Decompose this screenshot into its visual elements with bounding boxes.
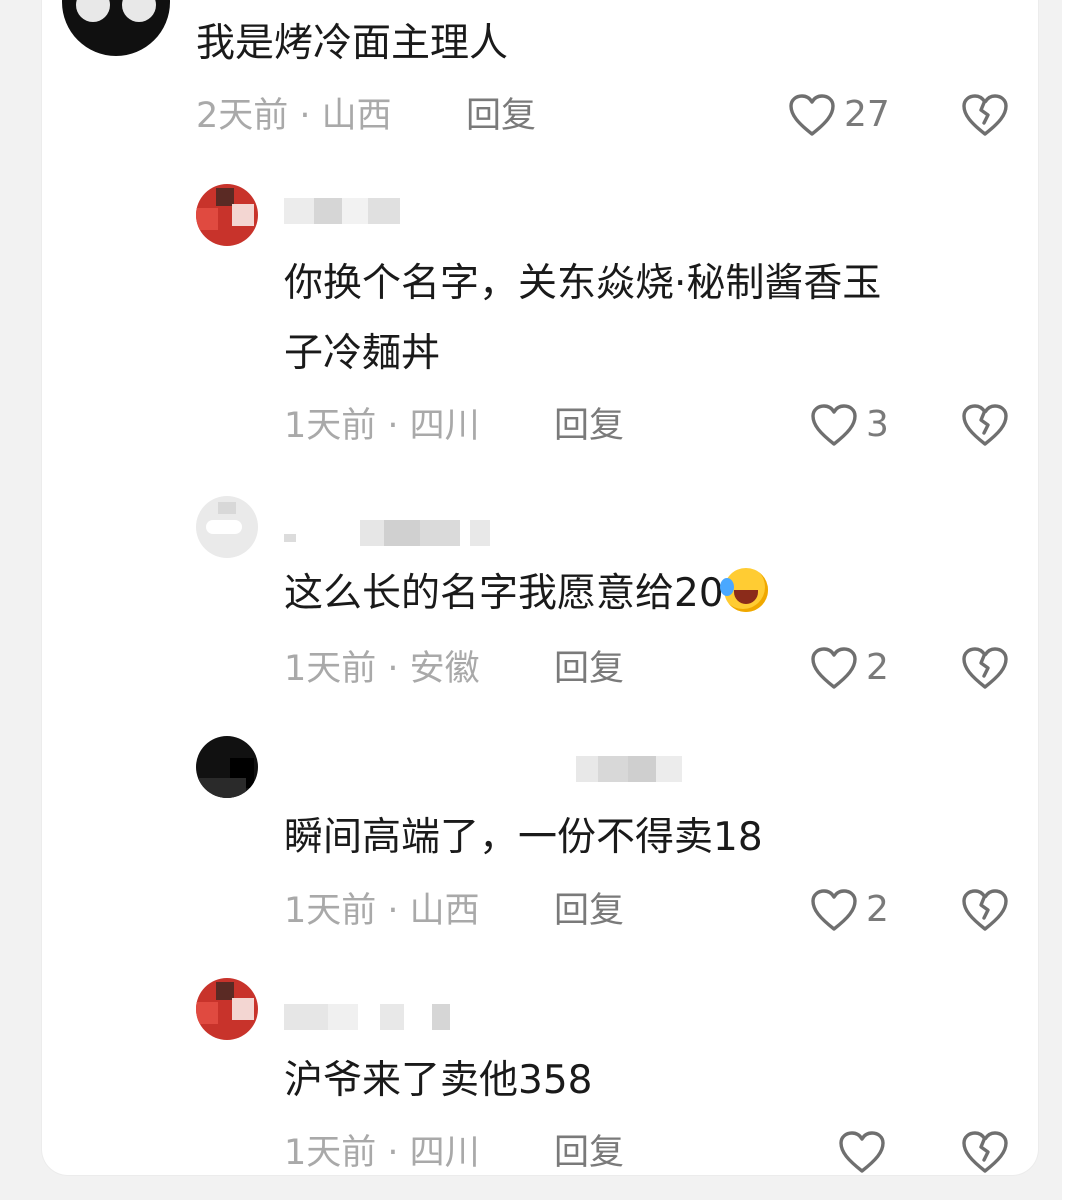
heart-outline-icon — [811, 404, 857, 446]
laughing-crying-emoji-icon — [719, 568, 768, 612]
dislike-button[interactable] — [962, 1130, 1008, 1174]
reply-button[interactable]: 回复 — [554, 649, 624, 689]
like-count: 2 — [866, 889, 889, 930]
comment-meta: 1天前 · 山西 — [284, 891, 480, 931]
like-button[interactable]: 2 — [810, 646, 900, 690]
username-blurred[interactable] — [284, 520, 504, 546]
like-button[interactable]: 27 — [788, 93, 898, 137]
heart-outline-icon — [839, 1131, 885, 1173]
like-button[interactable]: 3 — [810, 403, 900, 447]
comment-meta: 1天前 · 四川 — [284, 406, 480, 446]
like-count: 3 — [866, 404, 889, 445]
like-button[interactable]: 2 — [810, 888, 900, 932]
heart-outline-icon — [789, 94, 835, 136]
reply-button[interactable]: 回复 — [554, 1133, 624, 1173]
comment-text: 这么长的名字我愿意给20 — [284, 562, 768, 626]
username-blurred[interactable] — [284, 1004, 454, 1030]
broken-heart-icon — [962, 1131, 1008, 1173]
reply-button[interactable]: 回复 — [554, 891, 624, 931]
dislike-button[interactable] — [962, 646, 1008, 690]
avatar[interactable] — [196, 736, 258, 798]
like-count: 2 — [866, 647, 889, 688]
username-blurred[interactable] — [284, 198, 400, 224]
comment-text: 我是烤冷面主理人 — [196, 21, 509, 66]
comment-meta: 2天前 · 山西 — [196, 96, 392, 136]
avatar[interactable] — [196, 496, 258, 558]
adjacent-panel-edge — [1062, 0, 1080, 1200]
comment-text: 沪爷来了卖他358 — [284, 1058, 593, 1103]
avatar[interactable] — [196, 978, 258, 1040]
dislike-button[interactable] — [962, 888, 1008, 932]
comment-text-line-1: 你换个名字，关东焱烧·秘制酱香玉 — [284, 261, 882, 306]
like-button[interactable] — [838, 1130, 888, 1174]
comment-meta: 1天前 · 四川 — [284, 1133, 480, 1173]
heart-outline-icon — [811, 647, 857, 689]
broken-heart-icon — [962, 647, 1008, 689]
broken-heart-icon — [962, 404, 1008, 446]
dislike-button[interactable] — [962, 403, 1008, 447]
comment-text-content: 这么长的名字我愿意给20 — [284, 571, 724, 616]
comment-meta: 1天前 · 安徽 — [284, 649, 480, 689]
reply-button[interactable]: 回复 — [466, 96, 536, 136]
broken-heart-icon — [962, 94, 1008, 136]
reply-button[interactable]: 回复 — [554, 406, 624, 446]
username-blurred[interactable] — [576, 756, 686, 782]
broken-heart-icon — [962, 889, 1008, 931]
comment-text-line-2: 子冷麺丼 — [284, 331, 441, 376]
avatar[interactable] — [196, 184, 258, 246]
like-count: 27 — [844, 94, 890, 135]
heart-outline-icon — [811, 889, 857, 931]
dislike-button[interactable] — [962, 93, 1008, 137]
comment-text: 瞬间高端了，一份不得卖18 — [284, 815, 763, 860]
